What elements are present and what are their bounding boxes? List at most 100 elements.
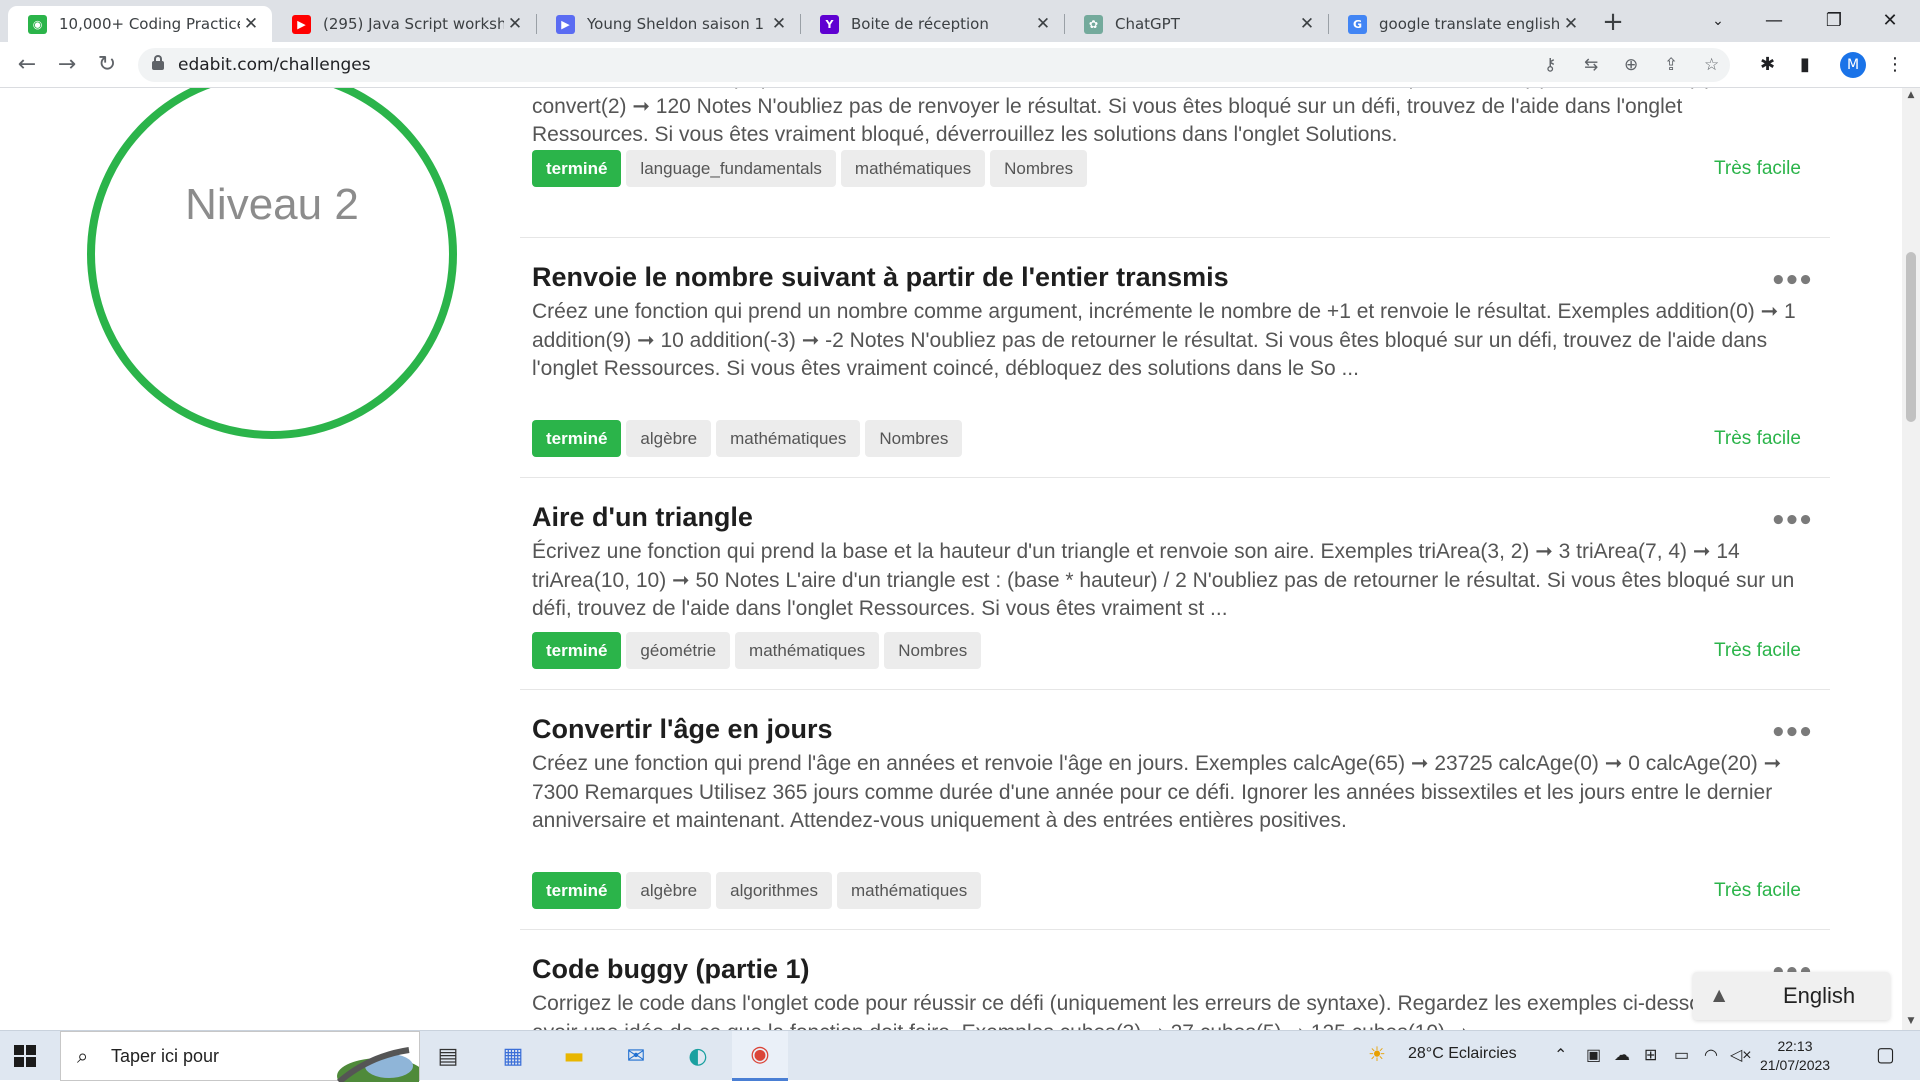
challenge-card[interactable]: Aire d'un triangle ••• Écrivez une fonct… — [520, 478, 1830, 690]
challenge-description: Écrivez une fonction qui prend la base e… — [532, 540, 1795, 620]
tag[interactable]: algorithmes — [716, 872, 833, 909]
weather-icon[interactable]: ☀ — [1368, 1042, 1386, 1067]
tag[interactable]: language_fundamentals — [626, 150, 836, 187]
profile-avatar[interactable]: M — [1840, 52, 1866, 78]
tag[interactable]: géométrie — [626, 632, 731, 669]
task-view-icon[interactable]: ▤ — [420, 1031, 476, 1081]
share-icon[interactable]: ⇪ — [1664, 55, 1678, 75]
tag-done[interactable]: terminé — [532, 632, 622, 669]
tag[interactable]: algèbre — [626, 872, 712, 909]
url-text[interactable]: edabit.com/challenges — [178, 55, 371, 75]
challenge-card[interactable]: Code buggy (partie 1) ••• Corrigez le co… — [520, 930, 1830, 1030]
tag[interactable]: Nombres — [990, 150, 1088, 187]
chrome-browser-icon[interactable]: ◉ — [732, 1031, 788, 1081]
challenge-tags: terminé algèbre algorithmes mathématique… — [532, 872, 982, 909]
forward-button[interactable]: → — [52, 50, 82, 80]
tab-youtube[interactable]: ▶ (295) Java Script workshop ✕ — [272, 6, 536, 42]
file-explorer-icon[interactable]: ▬ — [546, 1031, 602, 1081]
scrollbar-thumb[interactable] — [1906, 252, 1916, 422]
show-hidden-icons[interactable]: ⌃ — [1554, 1045, 1567, 1065]
tag[interactable]: Nombres — [884, 632, 982, 669]
bookmark-star-icon[interactable]: ☆ — [1704, 55, 1719, 75]
challenge-card[interactable]: Convertir l'âge en jours ••• Créez une f… — [520, 690, 1830, 930]
minimize-button[interactable]: — — [1746, 4, 1802, 38]
scroll-down-icon[interactable]: ▼ — [1906, 1016, 1916, 1026]
more-options-icon[interactable]: ••• — [1770, 718, 1814, 748]
menu-icon[interactable]: ⋮ — [1886, 54, 1904, 75]
battery-icon[interactable]: ▭ — [1674, 1045, 1689, 1065]
battery-saver-icon[interactable]: ⊞ — [1644, 1045, 1657, 1065]
tag[interactable]: mathématiques — [716, 420, 861, 457]
tag[interactable]: mathématiques — [840, 150, 986, 187]
more-options-icon[interactable]: ••• — [1770, 266, 1814, 296]
language-selector[interactable]: ▲ English — [1693, 972, 1890, 1020]
tag[interactable]: mathématiques — [735, 632, 880, 669]
key-icon[interactable]: ⚷ — [1544, 55, 1556, 75]
tag[interactable]: mathématiques — [837, 872, 982, 909]
tab-edabit[interactable]: ◉ 10,000+ Coding Practice Ch ✕ — [8, 6, 272, 42]
tag[interactable]: algèbre — [626, 420, 712, 457]
tab-chatgpt[interactable]: ✿ ChatGPT ✕ — [1064, 6, 1328, 42]
tag-done[interactable]: terminé — [532, 150, 622, 187]
page-scrollbar[interactable]: ▲ ▼ — [1902, 88, 1920, 1030]
zoom-icon[interactable]: ⊕ — [1624, 55, 1638, 75]
difficulty-label: Très facile — [1714, 158, 1801, 179]
challenge-description: Écrivez une fonction qui prend un nombre… — [532, 88, 1777, 146]
tag-done[interactable]: terminé — [532, 420, 622, 457]
microsoft-store-icon[interactable]: ▦ — [485, 1031, 541, 1081]
system-clock[interactable]: 22:13 21/07/2023 — [1760, 1037, 1830, 1075]
translate-icon[interactable]: ⇆ — [1584, 55, 1598, 75]
tab-title: 10,000+ Coding Practice Ch — [59, 15, 240, 33]
meet-icon[interactable]: ▣ — [1586, 1045, 1601, 1065]
challenge-title[interactable]: Convertir l'âge en jours — [532, 714, 833, 745]
challenge-title[interactable]: Renvoie le nombre suivant à partir de l'… — [532, 262, 1229, 293]
language-label: English — [1783, 983, 1856, 1008]
new-tab-button[interactable]: + — [1596, 6, 1630, 40]
weather-text[interactable]: 28°C Eclaircies — [1408, 1045, 1517, 1063]
more-options-icon[interactable]: ••• — [1770, 506, 1814, 536]
tab-title: google translate english to — [1379, 15, 1560, 33]
back-button[interactable]: ← — [12, 50, 42, 80]
tab-yahoo-mail[interactable]: Y Boite de réception ✕ — [800, 6, 1064, 42]
close-tab-icon[interactable]: ✕ — [768, 14, 790, 34]
side-panel-icon[interactable]: ▮ — [1800, 54, 1810, 75]
challenge-title[interactable]: Code buggy (partie 1) — [532, 954, 810, 985]
reload-button[interactable]: ↻ — [92, 50, 122, 80]
challenge-title[interactable]: Aire d'un triangle — [532, 502, 753, 533]
challenge-card[interactable]: Écrivez une fonction qui prend un nombre… — [520, 88, 1830, 238]
onedrive-icon[interactable]: ☁ — [1614, 1045, 1630, 1065]
address-bar[interactable]: edabit.com/challenges ⚷ ⇆ ⊕ ⇪ ☆ — [138, 48, 1730, 82]
tab-streaming[interactable]: ▶ Young Sheldon saison 1 épi ✕ — [536, 6, 800, 42]
challenge-tags: terminé géométrie mathématiques Nombres — [532, 632, 982, 669]
close-window-button[interactable]: ✕ — [1862, 4, 1918, 38]
close-tab-icon[interactable]: ✕ — [1560, 14, 1582, 34]
close-tab-icon[interactable]: ✕ — [1032, 14, 1054, 34]
mail-icon[interactable]: ✉ — [608, 1031, 664, 1081]
extensions-icon[interactable]: ✱ — [1760, 54, 1775, 75]
tab-google-translate[interactable]: G google translate english to ✕ — [1328, 6, 1592, 42]
restore-button[interactable]: ❐ — [1806, 4, 1862, 38]
clock-time: 22:13 — [1777, 1038, 1813, 1054]
yahoo-favicon-icon: Y — [820, 14, 839, 34]
notifications-icon[interactable]: ▢ — [1876, 1042, 1895, 1067]
tab-strip: ◉ 10,000+ Coding Practice Ch ✕ ▶ (295) J… — [0, 0, 1920, 42]
browser-toolbar: ← → ↻ edabit.com/challenges ⚷ ⇆ ⊕ ⇪ ☆ ✱ … — [0, 42, 1920, 88]
taskbar-search[interactable]: ⌕ Taper ici pour — [60, 1031, 420, 1082]
close-tab-icon[interactable]: ✕ — [504, 14, 526, 34]
tag-done[interactable]: terminé — [532, 872, 622, 909]
challenge-card[interactable]: Renvoie le nombre suivant à partir de l'… — [520, 238, 1830, 478]
close-tab-icon[interactable]: ✕ — [1296, 14, 1318, 34]
page-content: Niveau 2 Écrivez une fonction qui prend … — [0, 88, 1902, 1030]
windows-start-icon[interactable] — [14, 1045, 36, 1067]
search-placeholder: Taper ici pour — [111, 1046, 220, 1066]
tab-search-icon[interactable]: ⌄ — [1690, 4, 1746, 38]
youtube-favicon-icon: ▶ — [292, 14, 311, 34]
scroll-up-icon[interactable]: ▲ — [1906, 90, 1916, 100]
close-tab-icon[interactable]: ✕ — [240, 14, 262, 34]
tag[interactable]: Nombres — [865, 420, 963, 457]
difficulty-label: Très facile — [1714, 880, 1801, 901]
wifi-icon[interactable]: ◠ — [1704, 1045, 1718, 1065]
volume-muted-icon[interactable]: ◁× — [1730, 1045, 1752, 1065]
challenge-tags: terminé language_fundamentals mathématiq… — [532, 150, 1088, 187]
edge-browser-icon[interactable]: ◐ — [670, 1031, 726, 1081]
